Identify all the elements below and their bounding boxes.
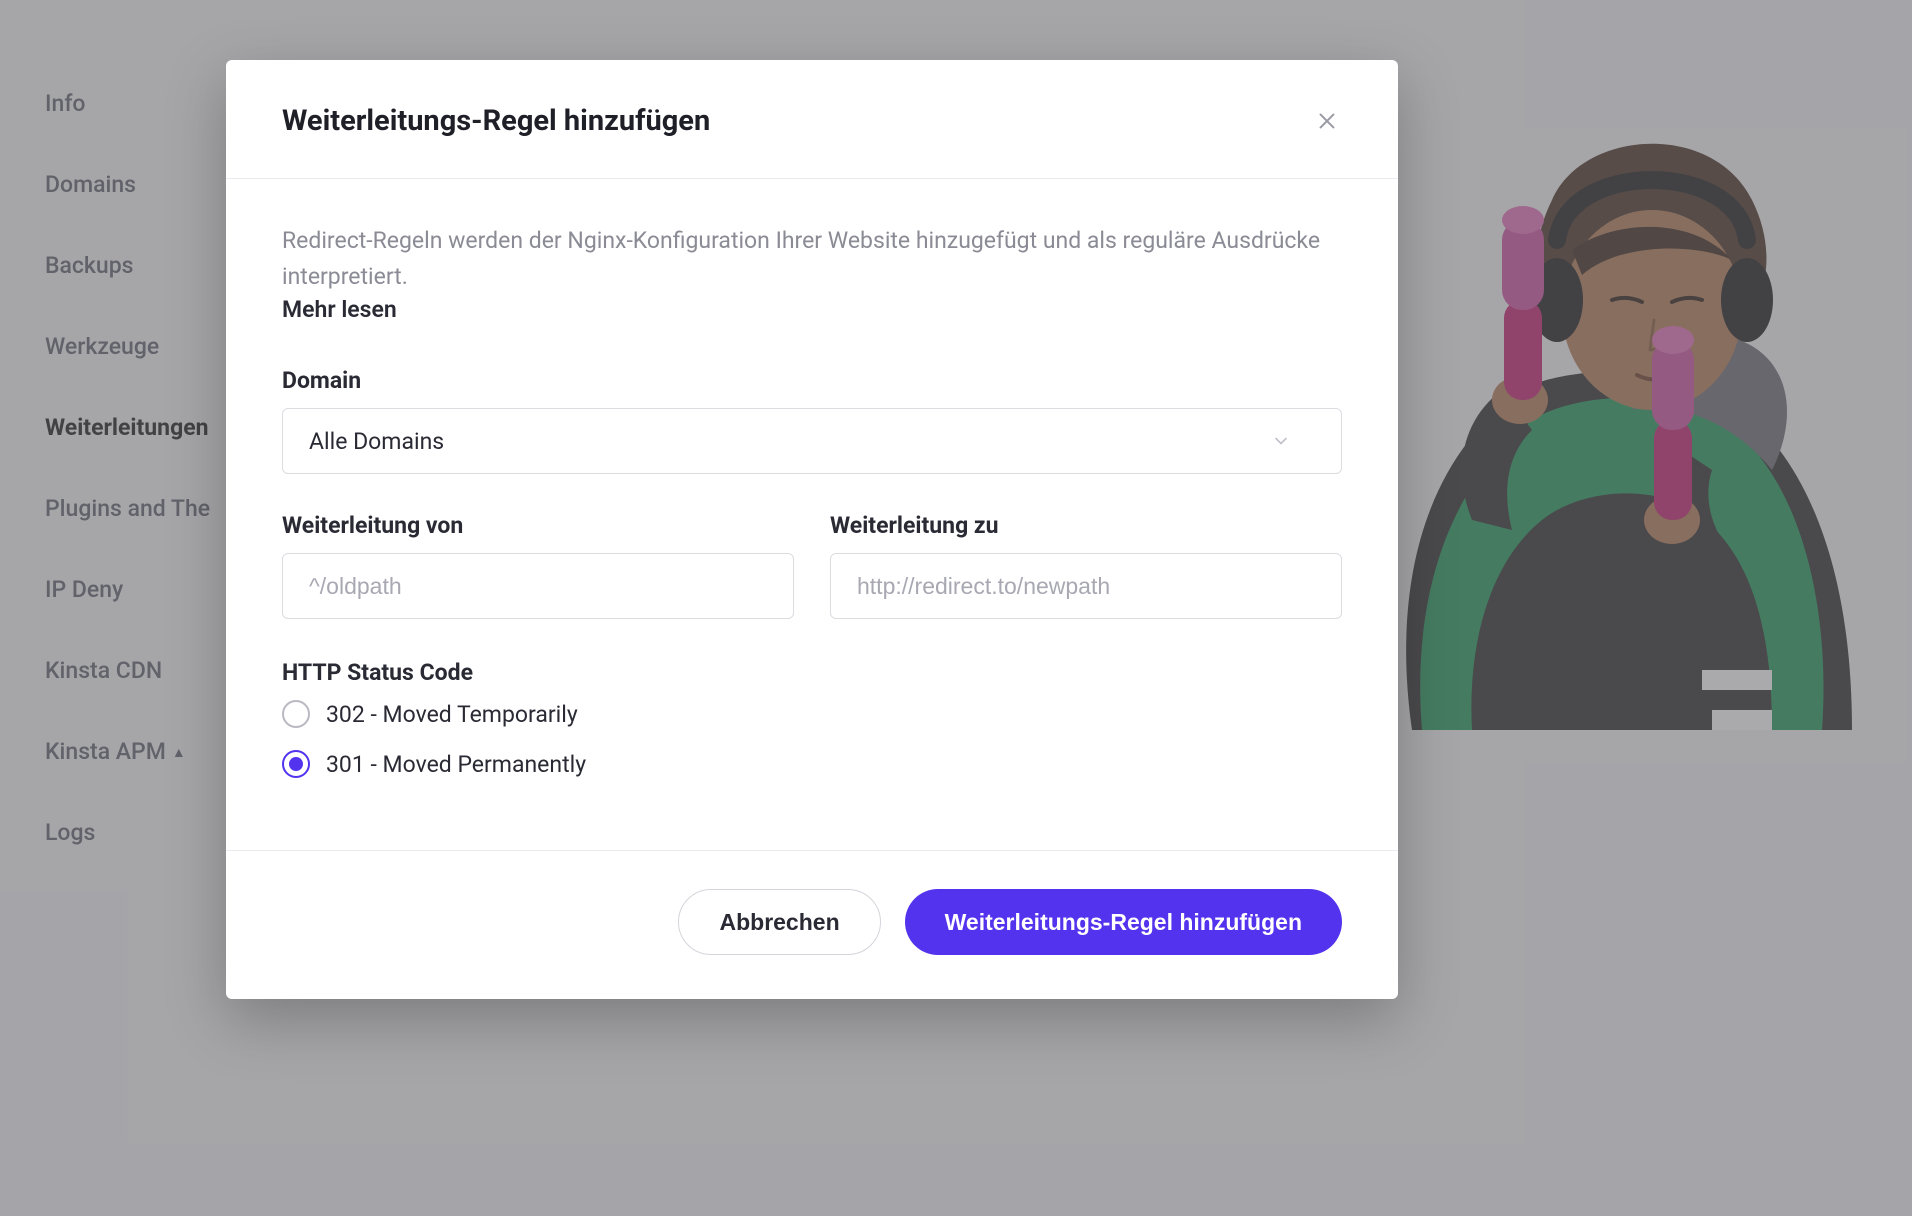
domain-select[interactable]: Alle Domains xyxy=(282,408,1342,474)
redirect-to-input[interactable] xyxy=(830,553,1342,619)
domain-select-value: Alle Domains xyxy=(309,428,444,455)
modal-footer: Abbrechen Weiterleitungs-Regel hinzufüge… xyxy=(226,850,1398,999)
modal-title: Weiterleitungs-Regel hinzufügen xyxy=(282,104,710,138)
read-more-link[interactable]: Mehr lesen xyxy=(282,296,397,323)
status-code-label: HTTP Status Code xyxy=(282,659,1342,686)
submit-button[interactable]: Weiterleitungs-Regel hinzufügen xyxy=(905,889,1342,955)
cancel-button[interactable]: Abbrechen xyxy=(678,889,880,955)
radio-label: 302 - Moved Temporarily xyxy=(326,701,578,728)
chevron-down-icon xyxy=(1271,431,1291,451)
add-redirect-rule-modal: Weiterleitungs-Regel hinzufügen Redirect… xyxy=(226,60,1398,999)
redirect-from-label: Weiterleitung von xyxy=(282,512,794,539)
radio-icon xyxy=(282,700,310,728)
status-302-radio[interactable]: 302 - Moved Temporarily xyxy=(282,700,1342,728)
radio-label: 301 - Moved Permanently xyxy=(326,751,586,778)
domain-label: Domain xyxy=(282,367,1342,394)
status-code-radio-group: 302 - Moved Temporarily 301 - Moved Perm… xyxy=(282,700,1342,778)
modal-description: Redirect-Regeln werden der Nginx-Konfigu… xyxy=(282,223,1342,294)
modal-body: Redirect-Regeln werden der Nginx-Konfigu… xyxy=(226,179,1398,850)
close-icon xyxy=(1316,110,1338,132)
status-301-radio[interactable]: 301 - Moved Permanently xyxy=(282,750,1342,778)
modal-header: Weiterleitungs-Regel hinzufügen xyxy=(226,60,1398,179)
redirect-from-input[interactable] xyxy=(282,553,794,619)
redirect-to-label: Weiterleitung zu xyxy=(830,512,1342,539)
radio-icon xyxy=(282,750,310,778)
close-button[interactable] xyxy=(1312,106,1342,136)
